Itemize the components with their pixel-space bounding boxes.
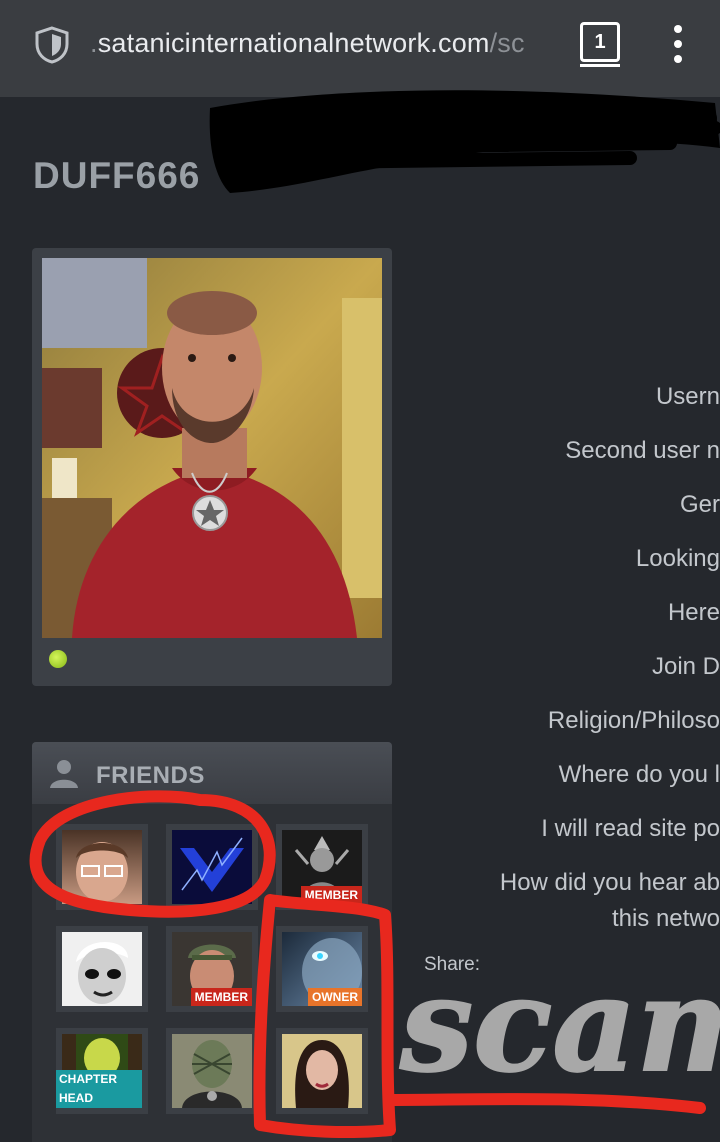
member-badge: MEMBER (190, 988, 252, 1006)
profile-username: DUFF666 (33, 155, 201, 196)
friend-thumbnail[interactable] (276, 1028, 368, 1114)
owner-badge: OWNER (308, 988, 362, 1006)
chapter-head-badge: CHAPTER HEAD (56, 1070, 142, 1108)
friend-thumbnail[interactable] (56, 926, 148, 1012)
field-label-referral-cont: this netwo (611, 905, 720, 932)
friend-thumbnail[interactable]: OWNER (276, 926, 368, 1012)
field-label-second-username: Second user n (565, 437, 720, 464)
member-badge: MEMBER (300, 886, 362, 904)
field-label-gender: Ger (679, 491, 720, 518)
friend-thumbnail[interactable]: MEMBER (166, 926, 258, 1012)
profile-photo-card (32, 248, 392, 686)
share-label: Share: (424, 954, 480, 975)
browser-toolbar: .satanicinternationalnetwork.com/sc 1 (0, 0, 720, 97)
tab-switcher-underline (580, 64, 620, 67)
field-label-site-policy: I will read site po (541, 815, 720, 842)
friends-header: FRIENDS (32, 742, 392, 804)
field-label-referral: How did you hear ab (499, 869, 720, 896)
field-label-location: Where do you l (558, 761, 720, 788)
user-icon (50, 760, 78, 788)
friend-thumbnail[interactable]: CHAPTER HEAD (56, 1028, 148, 1114)
url-prefix: . (90, 28, 98, 58)
url-path: /sc (489, 28, 525, 58)
friend-thumbnail[interactable]: MEMBER (276, 824, 368, 910)
field-label-here-for: Here (667, 599, 720, 626)
redaction-scribble (209, 90, 720, 193)
profile-photo[interactable] (42, 258, 382, 638)
tab-switcher-button[interactable]: 1 (580, 22, 620, 62)
friends-panel: FRIENDS MEMBER MEMBER OWNER CHAPTER HEAD (32, 742, 392, 1142)
field-label-religion: Religion/Philoso (547, 707, 720, 734)
field-label-username: Usern (655, 383, 720, 410)
friends-title: FRIENDS (96, 762, 205, 789)
url-domain: satanicinternationalnetwork.com (97, 28, 490, 58)
field-label-looking-for: Looking (635, 545, 720, 572)
address-bar[interactable]: .satanicinternationalnetwork.com/sc (90, 28, 560, 64)
overflow-menu-icon[interactable] (670, 25, 686, 65)
friend-thumbnail[interactable] (56, 824, 148, 910)
friend-thumbnail[interactable] (166, 824, 258, 910)
field-label-join-date: Join D (651, 653, 720, 680)
online-status-icon (49, 650, 67, 668)
shield-icon[interactable] (34, 26, 70, 64)
friend-thumbnail[interactable] (166, 1028, 258, 1114)
